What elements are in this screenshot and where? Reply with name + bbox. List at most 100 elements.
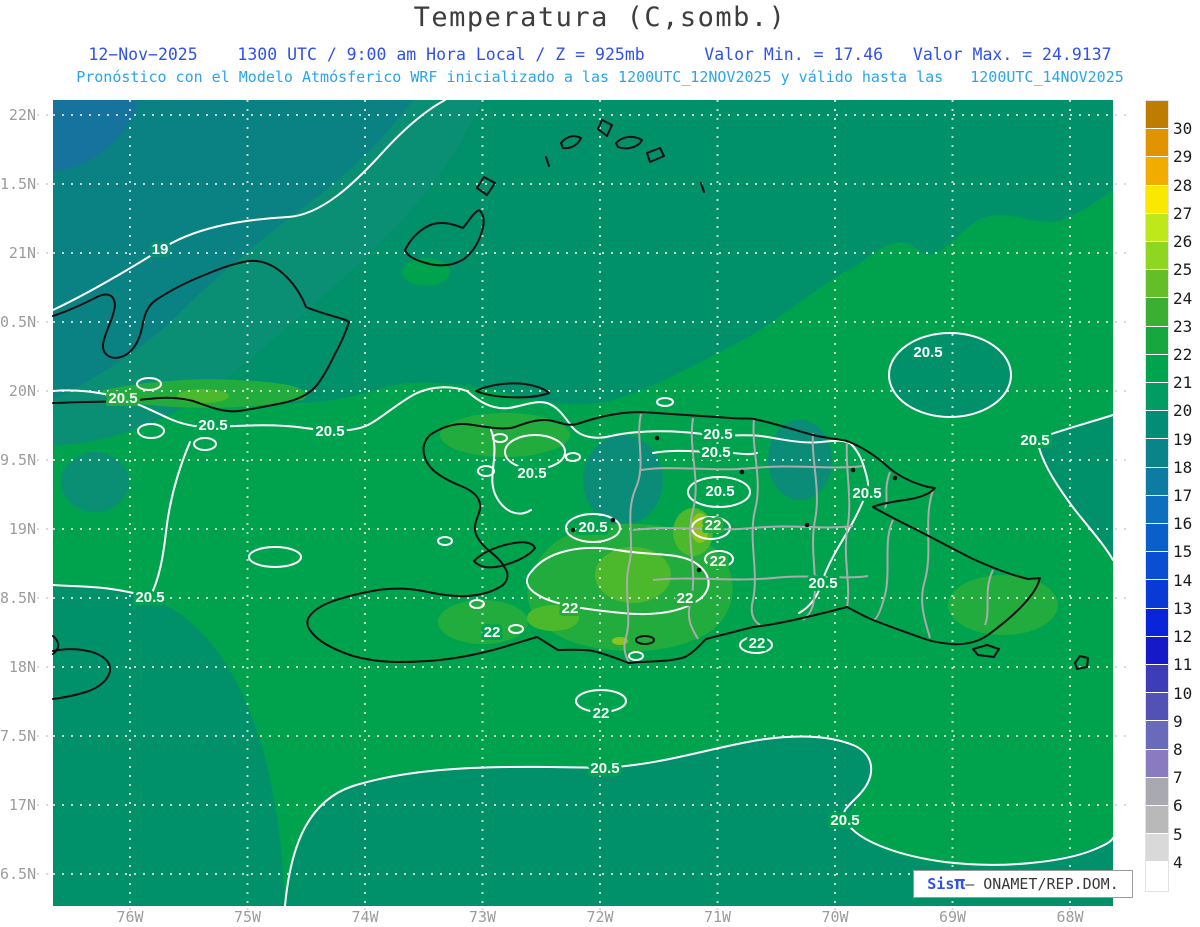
contour-label-20.5: 20.5 bbox=[590, 760, 619, 777]
lat-label-8.5N: 8.5N bbox=[0, 589, 37, 607]
colorbar-tick-23: 23 bbox=[1173, 316, 1193, 336]
colorbar-block bbox=[1146, 495, 1168, 525]
colorbar-block bbox=[1146, 608, 1168, 637]
colorbar-tick-17: 17 bbox=[1173, 486, 1193, 505]
contour-label-20.5: 20.5 bbox=[578, 519, 607, 536]
lat-label-9.5N: 9.5N bbox=[0, 451, 37, 469]
lat-label-21N: 21N bbox=[8, 244, 36, 262]
lat-label-1.5N: 1.5N bbox=[0, 175, 37, 193]
contour-label-20.5: 20.5 bbox=[108, 390, 137, 407]
colorbar-tick-9: 9 bbox=[1173, 711, 1183, 731]
colorbar-block bbox=[1146, 411, 1168, 440]
lon-label-70W: 70W bbox=[821, 908, 849, 926]
fill-23-24-a bbox=[595, 547, 671, 603]
temperature-fill-regions bbox=[53, 100, 1113, 906]
colorbar-block bbox=[1146, 749, 1168, 778]
colorbar-block bbox=[1146, 806, 1168, 835]
colorbar-tick-12: 12 bbox=[1173, 627, 1193, 647]
fill-23-24-cuba bbox=[177, 389, 229, 403]
lon-label-71W: 71W bbox=[703, 908, 732, 926]
attribution-box: Sisπ– ONAMET/REP.DOM. bbox=[913, 870, 1133, 898]
lat-label-6.5N: 6.5N bbox=[0, 865, 37, 883]
contour-label-20.5: 20.5 bbox=[705, 483, 734, 500]
colorbar-block bbox=[1146, 129, 1168, 158]
attribution-text: – ONAMET/REP.DOM. bbox=[965, 875, 1119, 893]
map-area: 19 20.5 20.5 20.5 20.5 20.5 20.5 20.5 20.5 20.5 20… bbox=[37, 99, 1127, 918]
colorbar-tick-5: 5 bbox=[1173, 824, 1183, 844]
contour-label-22: 22 bbox=[749, 635, 766, 652]
model-info-line: Pronóstico con el Modelo Atmósferico WRF… bbox=[76, 68, 1124, 86]
lat-label-7.5N: 7.5N bbox=[0, 727, 37, 745]
lat-label-17N: 17N bbox=[8, 796, 36, 814]
colorbar-tick-4: 4 bbox=[1173, 852, 1183, 872]
lon-label-75W: 75W bbox=[233, 908, 262, 926]
colorbar-block bbox=[1146, 270, 1168, 299]
fill-22-23-east bbox=[948, 575, 1058, 635]
contour-label-19: 19 bbox=[152, 241, 169, 258]
colorbar-block bbox=[1146, 862, 1168, 891]
pi-symbol: π bbox=[954, 873, 966, 894]
colorbar-tick-26: 26 bbox=[1173, 232, 1193, 252]
colorbar-block bbox=[1146, 101, 1168, 130]
contour-label-22: 22 bbox=[484, 624, 501, 641]
colorbar-tick-25: 25 bbox=[1173, 260, 1193, 280]
colorbar-tick-30: 30 bbox=[1173, 119, 1193, 139]
colorbar-tick-8: 8 bbox=[1173, 739, 1183, 759]
colorbar-block bbox=[1146, 326, 1168, 355]
sispi-logo-text: Sis bbox=[927, 875, 955, 893]
colorbar-block bbox=[1146, 383, 1168, 412]
contour-label-22: 22 bbox=[593, 705, 610, 722]
lat-label-19N: 19N bbox=[8, 520, 36, 538]
contour-label-20.5: 20.5 bbox=[315, 423, 344, 440]
contour-label-22: 22 bbox=[562, 600, 579, 617]
contour-label-20.5: 20.5 bbox=[703, 426, 732, 443]
colorbar-tick-29: 29 bbox=[1173, 147, 1193, 167]
contour-label-20.5: 20.5 bbox=[701, 444, 730, 461]
contour-label-20.5: 20.5 bbox=[517, 465, 546, 482]
colorbar-tick-11: 11 bbox=[1173, 655, 1193, 675]
colorbar-block bbox=[1146, 157, 1168, 186]
temperature-map: 1920.520.5 20.520.520.520.520.520.5 20.520… bbox=[37, 99, 1127, 918]
lon-label-69W: 69W bbox=[938, 908, 967, 926]
colorbar-block bbox=[1146, 552, 1168, 581]
colorbar-tick-24: 24 bbox=[1173, 288, 1193, 308]
weather-map-page: Temperatura (C,somb.) 12−Nov−2025 1300 U… bbox=[0, 0, 1200, 927]
colorbar-block bbox=[1146, 665, 1168, 694]
colorbar-tick-21: 21 bbox=[1173, 373, 1193, 393]
colorbar-block bbox=[1146, 467, 1168, 496]
colorbar-tick-18: 18 bbox=[1173, 457, 1193, 477]
colorbar-tick-20: 20 bbox=[1173, 401, 1193, 421]
contour-label-22: 22 bbox=[705, 517, 722, 534]
colorbar-block bbox=[1146, 213, 1168, 243]
contour-label-22: 22 bbox=[677, 590, 694, 607]
colorbar-tick-19: 19 bbox=[1173, 429, 1193, 449]
latitude-axis: 22N 1.5N 21N 0.5N 20N 9.5N 19N 8.5N 18N 7.5N 17N 6.… bbox=[0, 0, 40, 927]
colorbar-tick-15: 15 bbox=[1173, 542, 1193, 562]
contour-label-20.5: 20.5 bbox=[808, 575, 837, 592]
colorbar-block bbox=[1146, 185, 1168, 214]
page-title: Temperatura (C,somb.) bbox=[413, 2, 787, 33]
colorbar-block bbox=[1146, 524, 1168, 553]
lat-label-22N: 22N bbox=[8, 106, 36, 124]
colorbar-tick-27: 27 bbox=[1173, 203, 1193, 223]
lon-label-76W: 76W bbox=[116, 908, 144, 926]
contour-label-20.5: 20.5 bbox=[852, 485, 881, 502]
colorbar-tick-13: 13 bbox=[1173, 598, 1193, 618]
colorbar-block bbox=[1146, 354, 1168, 384]
colorbar-tick-28: 28 bbox=[1173, 175, 1193, 195]
colorbar-tick-10: 10 bbox=[1173, 683, 1193, 703]
lat-label-0.5N: 0.5N bbox=[0, 313, 37, 331]
colorbar-block bbox=[1146, 834, 1168, 863]
colorbar-tick-22: 22 bbox=[1173, 344, 1193, 364]
colorbar-tick-7: 7 bbox=[1173, 768, 1183, 788]
contour-label-20.5: 20.5 bbox=[830, 812, 859, 829]
colorbar-block bbox=[1146, 580, 1168, 609]
contour-label-22: 22 bbox=[710, 553, 727, 570]
contour-label-20.5: 20.5 bbox=[913, 344, 942, 361]
colorbar-block bbox=[1146, 693, 1168, 722]
colorbar-block bbox=[1146, 242, 1168, 271]
contour-label-20.5: 20.5 bbox=[1020, 432, 1049, 449]
lon-label-74W: 74W bbox=[351, 908, 379, 926]
contour-label-20.5: 20.5 bbox=[135, 589, 164, 606]
colorbar-tick-6: 6 bbox=[1173, 796, 1183, 816]
